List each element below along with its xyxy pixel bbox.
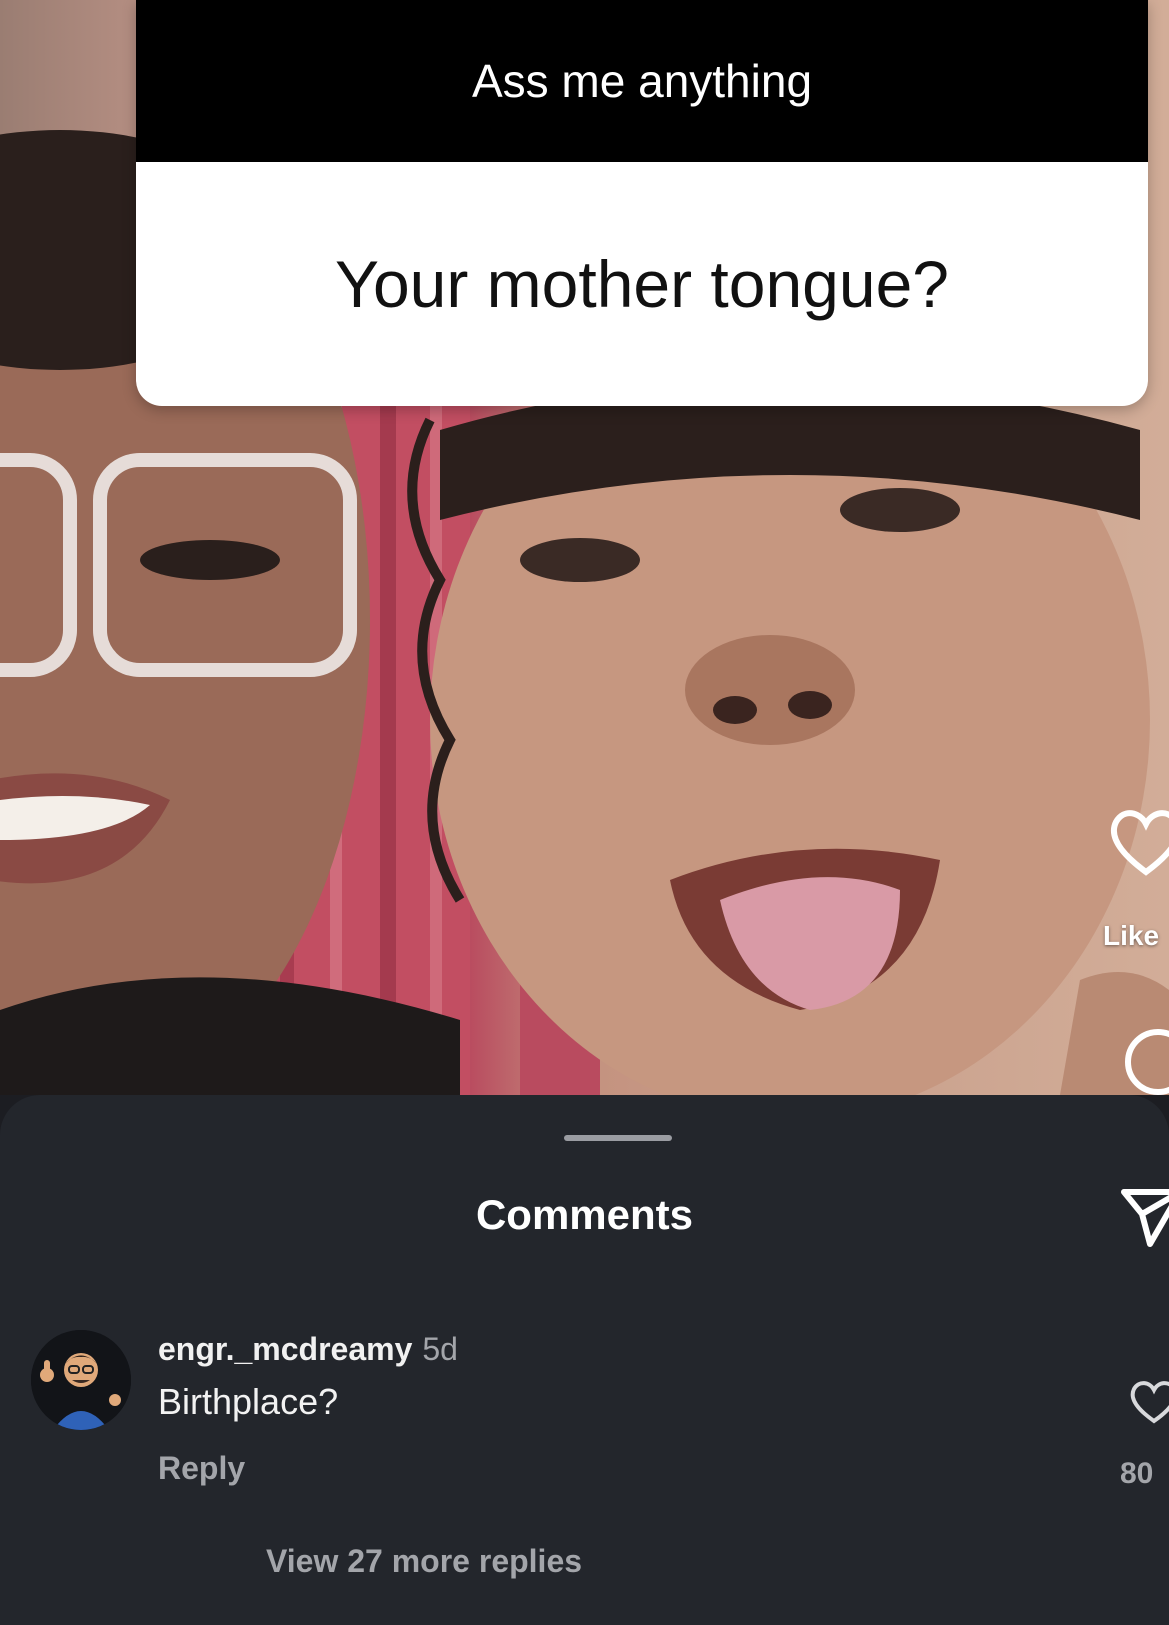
sheet-title: Comments	[475, 1191, 694, 1238]
comments-sheet: Comments engr._mcdreamy 5d Birthplace? R…	[0, 1095, 1169, 1625]
comment-button[interactable]	[1112, 1026, 1169, 1098]
question-sticker[interactable]: Ass me anything Your mother tongue?	[136, 0, 1148, 406]
avatar-illustration	[31, 1330, 131, 1430]
comment-author[interactable]: engr._mcdreamy 5d	[158, 1331, 458, 1368]
heart-outline-icon	[1130, 1381, 1169, 1424]
comment-like-count: 80	[1120, 1457, 1154, 1490]
comment-text: Birthplace?	[158, 1381, 339, 1422]
avatar[interactable]	[31, 1330, 131, 1430]
comment-bubble-icon	[1125, 1029, 1169, 1095]
question-prompt: Ass me anything	[136, 0, 1148, 162]
like-button[interactable]	[1106, 806, 1169, 878]
like-label: Like	[1103, 920, 1160, 951]
story-viewer: Ass me anything Your mother tongue? Like…	[0, 0, 1169, 1625]
comment-username[interactable]: engr._mcdreamy	[158, 1331, 412, 1367]
question-answer: Your mother tongue?	[136, 162, 1148, 406]
view-more-replies-button[interactable]: View 27 more replies	[266, 1543, 582, 1580]
reply-button[interactable]: Reply	[158, 1450, 245, 1487]
paper-plane-icon	[1121, 1189, 1169, 1247]
heart-outline-icon	[1110, 810, 1169, 876]
drag-handle[interactable]	[564, 1135, 672, 1141]
share-button[interactable]	[1120, 1178, 1169, 1248]
comment-like-button[interactable]	[1128, 1377, 1169, 1429]
comment-time: 5d	[422, 1331, 458, 1367]
